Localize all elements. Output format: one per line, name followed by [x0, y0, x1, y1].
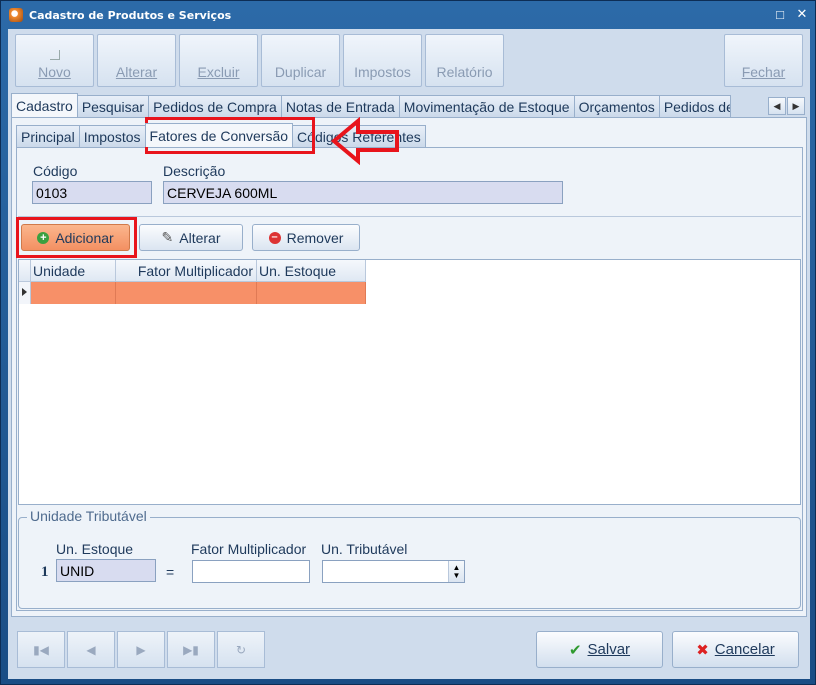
- relatorio-label: Relatório: [436, 64, 493, 80]
- remove-icon: –: [268, 231, 281, 244]
- fator-field[interactable]: [192, 560, 310, 583]
- tab-pesquisar[interactable]: Pesquisar: [76, 95, 150, 117]
- adicionar-button[interactable]: + Adicionar: [21, 224, 130, 251]
- un-estoque-label: Un. Estoque: [56, 541, 134, 557]
- relatorio-button[interactable]: Relatório: [425, 34, 504, 87]
- tab-scroll-right-icon[interactable]: ▶: [787, 97, 805, 115]
- tab-notas-entrada[interactable]: Notas de Entrada: [280, 95, 400, 117]
- row-indicator-icon: [19, 282, 31, 304]
- salvar-label: Salvar: [587, 641, 631, 658]
- un-tributavel-label: Un. Tributável: [321, 541, 408, 557]
- first-record-icon[interactable]: ▮◀: [17, 631, 65, 668]
- tab-pedidos-de[interactable]: Pedidos de: [658, 95, 731, 117]
- spinner-icon[interactable]: ▲ ▼: [448, 561, 464, 582]
- remover-button[interactable]: – Remover: [252, 224, 360, 251]
- new-icon: [49, 50, 60, 60]
- adicionar-label: Adicionar: [55, 229, 114, 246]
- cell-fator[interactable]: [116, 282, 257, 304]
- equals-sign: =: [166, 564, 175, 580]
- cell-un-estoque[interactable]: [257, 282, 366, 304]
- tab-scroll-left-icon[interactable]: ◀: [768, 97, 786, 115]
- minimize-icon[interactable]: □: [773, 7, 787, 22]
- tab-orcamentos[interactable]: Orçamentos: [573, 95, 660, 117]
- next-record-icon[interactable]: ▶: [117, 631, 165, 668]
- arrow-annotation-icon: [331, 117, 399, 165]
- main-window: Cadastro de Produtos e Serviços □ ✕ Novo…: [0, 0, 816, 685]
- window-title: Cadastro de Produtos e Serviços: [29, 8, 232, 22]
- impostos-toolbar-button[interactable]: Impostos: [343, 34, 422, 87]
- salvar-button[interactable]: ✔ Salvar: [536, 631, 663, 668]
- alterar-button[interactable]: ✎ Alterar: [139, 224, 243, 251]
- col-un-estoque[interactable]: Un. Estoque: [257, 260, 366, 282]
- codigo-label: Código: [33, 163, 78, 179]
- refresh-icon[interactable]: ↻: [217, 631, 265, 668]
- x-icon: ✖: [696, 641, 709, 659]
- title-bar: Cadastro de Produtos e Serviços □ ✕: [1, 1, 815, 29]
- tab-cadastro[interactable]: Cadastro: [11, 93, 78, 117]
- separator: [18, 216, 801, 217]
- codigo-field[interactable]: 0103: [32, 181, 152, 204]
- subtab-impostos[interactable]: Impostos: [78, 125, 146, 147]
- edit-icon: ✎: [161, 229, 174, 245]
- descricao-label: Descrição: [163, 163, 226, 179]
- subtab-fatores-conversao[interactable]: Fatores de Conversão: [144, 123, 294, 147]
- un-tributavel-select[interactable]: ▲ ▼: [322, 560, 465, 583]
- impostos-toolbar-label: Impostos: [354, 64, 411, 80]
- check-icon: ✔: [568, 641, 582, 659]
- tab-pedidos-compra[interactable]: Pedidos de Compra: [148, 95, 282, 117]
- add-icon: +: [37, 231, 50, 244]
- row-number: 1: [41, 564, 49, 580]
- alterar-toolbar-label: Alterar: [115, 64, 158, 80]
- tab-movimentacao-estoque[interactable]: Movimentação de Estoque: [398, 95, 575, 117]
- novo-button[interactable]: Novo: [15, 34, 94, 87]
- subtab-principal[interactable]: Principal: [16, 125, 80, 147]
- duplicar-button[interactable]: Duplicar: [261, 34, 340, 87]
- novo-label: Novo: [38, 64, 71, 80]
- prev-record-icon[interactable]: ◀: [67, 631, 115, 668]
- last-record-icon[interactable]: ▶▮: [167, 631, 215, 668]
- fechar-button[interactable]: Fechar: [724, 34, 803, 87]
- excluir-label: Excluir: [197, 64, 240, 80]
- duplicar-label: Duplicar: [274, 64, 327, 80]
- conversion-grid[interactable]: Unidade Fator Multiplicador Un. Estoque: [18, 259, 801, 505]
- unidade-tributavel-legend: Unidade Tributável: [27, 508, 150, 524]
- fechar-label: Fechar: [741, 64, 786, 80]
- close-icon[interactable]: ✕: [795, 6, 809, 21]
- client-area: Novo Alterar Excluir Duplicar Impostos R…: [8, 29, 810, 679]
- cancelar-button[interactable]: ✖ Cancelar: [672, 631, 799, 668]
- descricao-field[interactable]: CERVEJA 600ML: [163, 181, 563, 204]
- fator-label: Fator Multiplicador: [191, 541, 307, 557]
- main-tab-bar: Cadastro Pesquisar Pedidos de Compra Not…: [11, 93, 731, 117]
- alterar-label: Alterar: [179, 229, 221, 246]
- cell-unidade[interactable]: [31, 282, 116, 304]
- app-icon: [9, 8, 23, 22]
- col-unidade[interactable]: Unidade: [31, 260, 116, 282]
- excluir-button[interactable]: Excluir: [179, 34, 258, 87]
- cancelar-label: Cancelar: [714, 641, 775, 658]
- remover-label: Remover: [286, 229, 344, 246]
- col-fator-multiplicador[interactable]: Fator Multiplicador: [116, 260, 257, 282]
- grid-corner: [19, 260, 31, 282]
- alterar-toolbar-button[interactable]: Alterar: [97, 34, 176, 87]
- un-estoque-field[interactable]: UNID: [56, 559, 156, 582]
